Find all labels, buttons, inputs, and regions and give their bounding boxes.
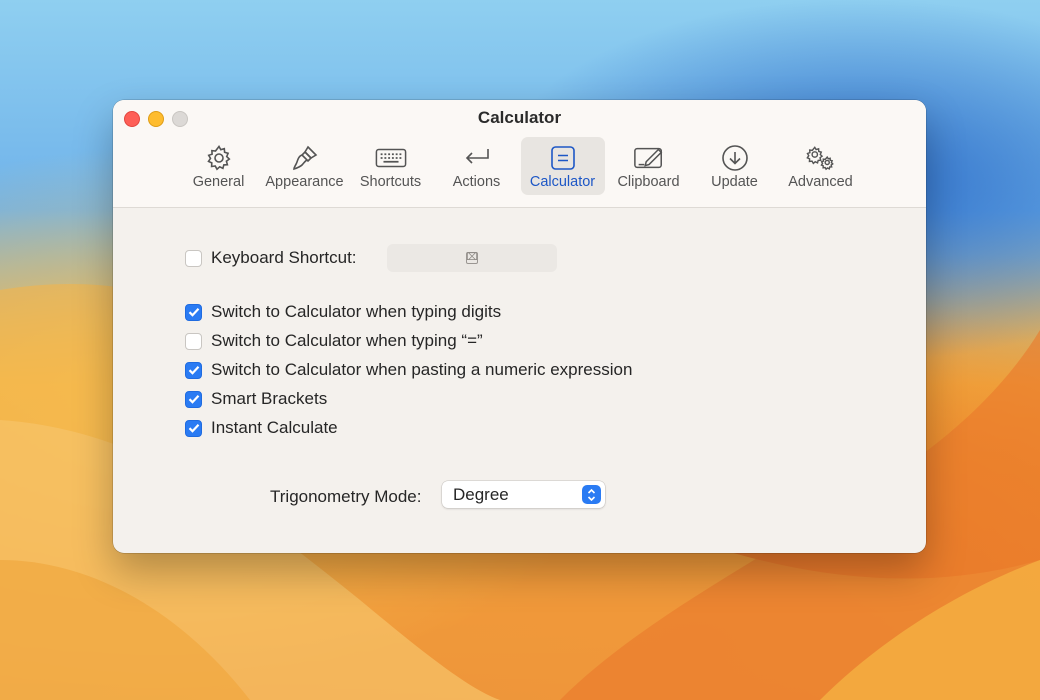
clear-shortcut-icon[interactable]: ⌧ (466, 252, 478, 264)
tab-clipboard[interactable]: Clipboard (607, 137, 691, 195)
typing-equals-label: Switch to Calculator when typing “=” (211, 331, 483, 350)
gear-icon (203, 143, 235, 173)
tab-label: Actions (452, 174, 501, 190)
keyboard-shortcut-checkbox[interactable] (185, 249, 202, 267)
calculator-icon (547, 143, 579, 173)
paintbrush-icon (289, 143, 321, 173)
preferences-window: Calculator General Appearance Shortcuts … (113, 100, 926, 553)
clipboard-icon (633, 143, 665, 173)
typing-equals-checkbox[interactable] (185, 332, 202, 350)
option-smart-brackets: Smart Brackets (185, 389, 327, 409)
tab-update[interactable]: Update (693, 137, 777, 195)
window-titlebar: Calculator General Appearance Shortcuts … (113, 100, 926, 208)
pasting-expression-checkbox[interactable] (185, 361, 202, 379)
trigonometry-mode-value: Degree (453, 484, 509, 504)
gears-icon (805, 143, 837, 173)
tab-general[interactable]: General (177, 137, 261, 195)
tab-label: General (192, 174, 245, 190)
chevron-updown-icon (582, 485, 601, 504)
keyboard-shortcut-label: Keyboard Shortcut: (211, 248, 357, 267)
option-typing-digits: Switch to Calculator when typing digits (185, 302, 501, 322)
tab-label: Advanced (788, 174, 853, 190)
option-typing-equals: Switch to Calculator when typing “=” (185, 331, 483, 351)
calculator-settings-panel: Keyboard Shortcut: ⌧ Switch to Calculato… (113, 208, 926, 553)
tab-label: Appearance (265, 174, 344, 190)
keyboard-icon (375, 143, 407, 173)
typing-digits-label: Switch to Calculator when typing digits (211, 302, 502, 321)
tab-label: Shortcuts (359, 174, 422, 190)
instant-calculate-label: Instant Calculate (211, 418, 338, 437)
option-pasting-expression: Switch to Calculator when pasting a nume… (185, 360, 632, 380)
tab-label: Calculator (529, 174, 596, 190)
option-instant-calculate: Instant Calculate (185, 418, 338, 438)
tab-shortcuts[interactable]: Shortcuts (349, 137, 433, 195)
pasting-expression-label: Switch to Calculator when pasting a nume… (211, 360, 633, 379)
tab-advanced[interactable]: Advanced (779, 137, 863, 195)
trigonometry-mode-label: Trigonometry Mode: (270, 487, 422, 506)
keyboard-shortcut-row: Keyboard Shortcut: (185, 248, 357, 268)
shortcut-recorder-field[interactable]: ⌧ (387, 244, 557, 272)
instant-calculate-checkbox[interactable] (185, 419, 202, 437)
return-arrow-icon (461, 143, 493, 173)
tab-label: Clipboard (617, 174, 680, 190)
tab-appearance[interactable]: Appearance (263, 137, 347, 195)
tab-label: Update (711, 174, 758, 190)
download-circle-icon (719, 143, 751, 173)
preferences-toolbar: General Appearance Shortcuts Actions Cal… (113, 137, 926, 195)
tab-calculator[interactable]: Calculator (520, 137, 605, 195)
smart-brackets-label: Smart Brackets (211, 389, 328, 408)
typing-digits-checkbox[interactable] (185, 303, 202, 321)
trigonometry-mode-select[interactable]: Degree (442, 481, 605, 508)
window-title: Calculator (477, 108, 562, 127)
smart-brackets-checkbox[interactable] (185, 390, 202, 408)
tab-actions[interactable]: Actions (435, 137, 519, 195)
